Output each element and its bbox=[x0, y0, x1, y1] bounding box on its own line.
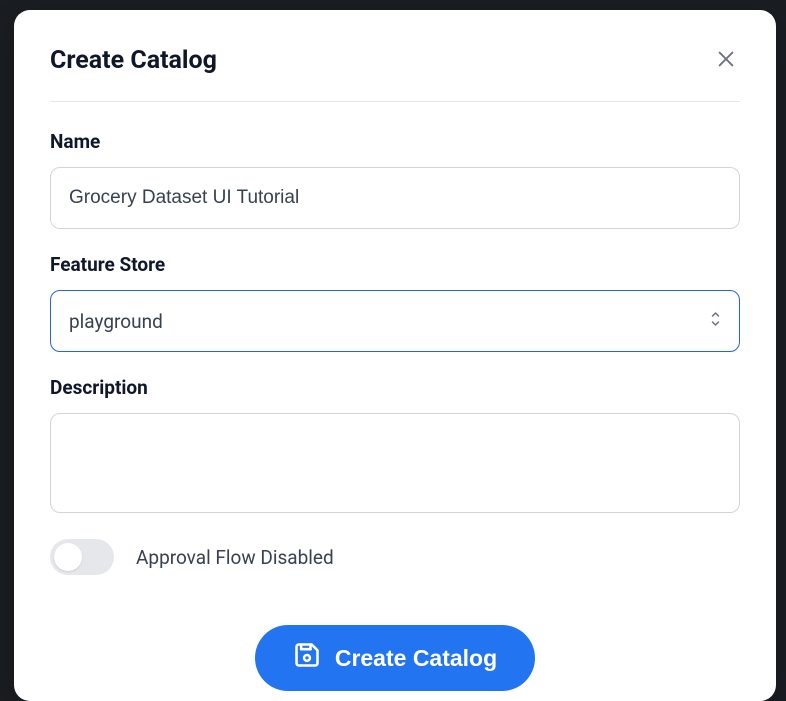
name-field-group: Name bbox=[50, 130, 740, 229]
feature-store-select[interactable]: playground bbox=[50, 290, 740, 352]
description-label: Description bbox=[50, 376, 740, 399]
approval-flow-label: Approval Flow Disabled bbox=[136, 546, 334, 569]
approval-flow-toggle[interactable] bbox=[50, 539, 114, 575]
description-field-group: Description bbox=[50, 376, 740, 517]
modal-header: Create Catalog bbox=[50, 46, 740, 102]
create-catalog-modal: Create Catalog Name Feature Store playgr… bbox=[14, 10, 776, 701]
close-button[interactable] bbox=[712, 47, 740, 75]
create-catalog-button[interactable]: Create Catalog bbox=[255, 625, 535, 691]
create-catalog-button-label: Create Catalog bbox=[335, 645, 497, 672]
close-icon bbox=[715, 48, 737, 73]
feature-store-field-group: Feature Store playground bbox=[50, 253, 740, 352]
name-label: Name bbox=[50, 130, 740, 153]
description-input[interactable] bbox=[50, 413, 740, 513]
modal-title: Create Catalog bbox=[50, 46, 217, 75]
approval-flow-row: Approval Flow Disabled bbox=[50, 539, 740, 575]
feature-store-select-wrap: playground bbox=[50, 290, 740, 352]
modal-footer: Create Catalog bbox=[50, 625, 740, 691]
feature-store-label: Feature Store bbox=[50, 253, 740, 276]
feature-store-selected-value: playground bbox=[69, 310, 163, 333]
toggle-knob bbox=[54, 543, 82, 571]
save-icon bbox=[293, 641, 321, 675]
name-input[interactable] bbox=[50, 167, 740, 229]
